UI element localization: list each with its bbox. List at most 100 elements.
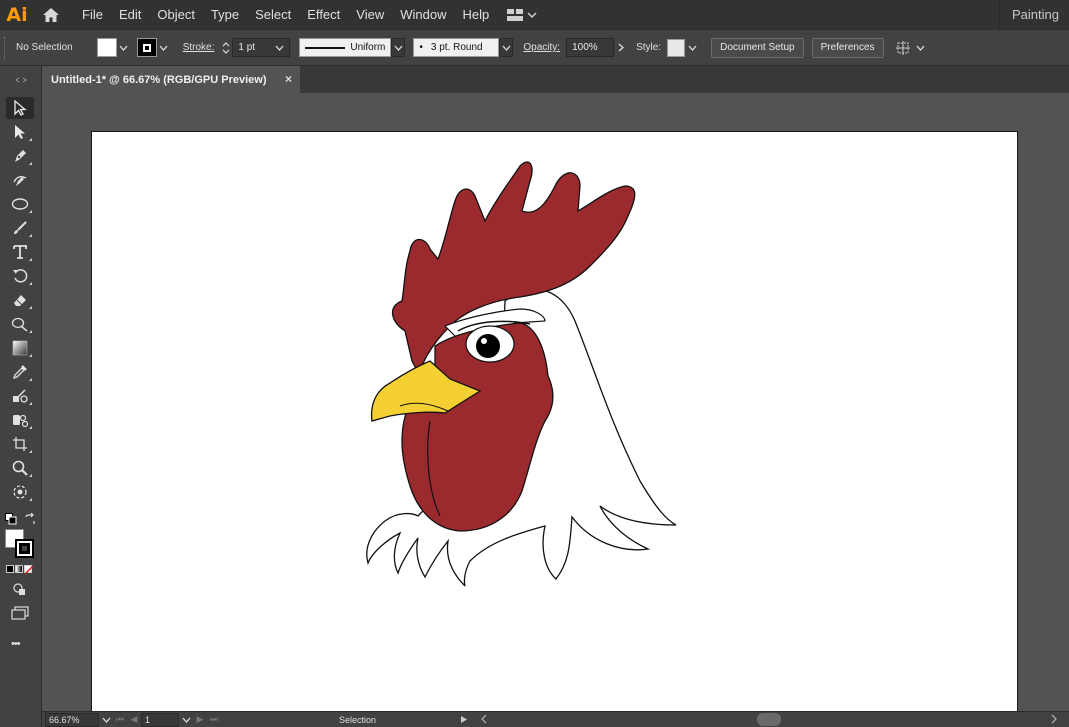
close-tab-icon[interactable]: × bbox=[285, 72, 292, 86]
gradient-tool[interactable] bbox=[6, 337, 34, 359]
blend-tool[interactable] bbox=[6, 385, 34, 407]
opacity-value: 100% bbox=[572, 42, 598, 53]
style-label: Style: bbox=[636, 42, 662, 53]
shape-builder-tool[interactable] bbox=[6, 313, 34, 335]
menu-effect[interactable]: Effect bbox=[299, 0, 348, 29]
gradient-mode-icon[interactable] bbox=[15, 565, 23, 573]
menu-items: File Edit Object Type Select Effect View… bbox=[74, 0, 497, 29]
arrange-documents-icon bbox=[507, 8, 524, 21]
artboard-icon bbox=[13, 437, 27, 451]
last-artboard-icon[interactable]: ⏭ bbox=[207, 714, 221, 725]
previous-artboard-icon[interactable]: ◀ bbox=[127, 714, 141, 725]
scroll-right-icon[interactable] bbox=[1050, 714, 1058, 724]
artboard[interactable] bbox=[91, 131, 1018, 711]
style-dropdown[interactable] bbox=[685, 38, 699, 57]
graphic-style-swatch[interactable] bbox=[667, 38, 686, 57]
transform-icon bbox=[895, 40, 910, 55]
profile-dropdown[interactable] bbox=[391, 38, 406, 57]
menu-help[interactable]: Help bbox=[454, 0, 497, 29]
selection-tool[interactable] bbox=[6, 97, 34, 119]
draw-mode-icon bbox=[13, 583, 25, 595]
scroll-left-icon[interactable] bbox=[480, 714, 488, 724]
chevron-down-icon bbox=[159, 45, 168, 51]
align-options-button[interactable] bbox=[892, 38, 914, 57]
status-menu-icon[interactable] bbox=[460, 715, 468, 724]
edit-toolbar-button[interactable]: ••• bbox=[11, 638, 21, 650]
draw-mode-button[interactable] bbox=[12, 582, 28, 596]
artboard-tool[interactable] bbox=[6, 433, 34, 455]
zoom-value: 66.67% bbox=[49, 714, 80, 725]
menu-type[interactable]: Type bbox=[203, 0, 247, 29]
collapse-icon bbox=[14, 77, 27, 83]
stroke-weight-field[interactable]: 1 pt bbox=[232, 38, 291, 57]
direct-selection-tool[interactable] bbox=[6, 121, 34, 143]
arrange-documents-button[interactable] bbox=[507, 8, 537, 21]
scroll-thumb[interactable] bbox=[757, 713, 781, 726]
menu-file[interactable]: File bbox=[74, 0, 111, 29]
puppet-warp-tool[interactable] bbox=[6, 481, 34, 503]
rotate-tool[interactable] bbox=[6, 265, 34, 287]
chevron-down-icon bbox=[275, 45, 284, 51]
menu-window[interactable]: Window bbox=[392, 0, 454, 29]
horizontal-scrollbar[interactable] bbox=[481, 712, 1060, 727]
home-icon bbox=[43, 7, 59, 22]
control-bar-menu[interactable] bbox=[914, 38, 928, 57]
curvature-icon bbox=[13, 175, 27, 186]
artboard-number: 1 bbox=[145, 714, 151, 725]
canvas-area[interactable] bbox=[42, 93, 1069, 711]
document-setup-button[interactable]: Document Setup bbox=[711, 37, 804, 58]
stroke-label[interactable]: Stroke: bbox=[183, 42, 215, 53]
stroke-swatch[interactable] bbox=[136, 38, 157, 57]
brush-definition[interactable]: • 3 pt. Round bbox=[413, 38, 500, 57]
document-tab-title: Untitled-1* @ 66.67% (RGB/GPU Preview) bbox=[51, 73, 267, 86]
zoom-level-field[interactable]: 66.67% bbox=[45, 712, 99, 727]
opacity-label[interactable]: Opacity: bbox=[523, 42, 560, 53]
zoom-dropdown[interactable] bbox=[99, 713, 113, 727]
artboard-dropdown[interactable] bbox=[179, 713, 193, 727]
menu-edit[interactable]: Edit bbox=[111, 0, 149, 29]
artboard-number-field[interactable]: 1 bbox=[141, 712, 179, 727]
tools-panel-header[interactable] bbox=[0, 66, 41, 94]
curvature-tool[interactable] bbox=[6, 169, 34, 191]
stroke-dropdown[interactable] bbox=[157, 38, 171, 57]
document-tab[interactable]: Untitled-1* @ 66.67% (RGB/GPU Preview) × bbox=[42, 66, 300, 93]
symbol-sprayer-tool[interactable] bbox=[6, 409, 34, 431]
fill-dropdown[interactable] bbox=[117, 38, 131, 57]
stroke-stepper[interactable] bbox=[220, 38, 232, 57]
chevron-down-icon bbox=[394, 45, 403, 51]
panel-grip[interactable] bbox=[4, 36, 10, 59]
screen-mode-button[interactable] bbox=[11, 606, 29, 620]
brush-dropdown[interactable] bbox=[499, 38, 514, 57]
opacity-expand[interactable] bbox=[614, 38, 628, 57]
menu-bar: Ai File Edit Object Type Select Effect V… bbox=[0, 0, 1069, 29]
opacity-field[interactable]: 100% bbox=[566, 38, 615, 57]
paintbrush-tool[interactable] bbox=[6, 217, 34, 239]
eyedropper-tool[interactable] bbox=[6, 361, 34, 383]
first-artboard-icon[interactable]: ⏮ bbox=[113, 714, 127, 725]
status-mode-text[interactable]: Selection bbox=[339, 715, 449, 725]
menu-select[interactable]: Select bbox=[247, 0, 299, 29]
ellipse-icon bbox=[11, 198, 29, 210]
rooster-artwork[interactable] bbox=[92, 132, 1019, 711]
eraser-tool[interactable] bbox=[6, 289, 34, 311]
menu-view[interactable]: View bbox=[348, 0, 392, 29]
pupil bbox=[476, 334, 500, 358]
fill-swatch[interactable] bbox=[96, 38, 117, 57]
preferences-button[interactable]: Preferences bbox=[811, 37, 884, 58]
ellipse-tool[interactable] bbox=[6, 193, 34, 215]
menu-object[interactable]: Object bbox=[149, 0, 203, 29]
none-mode-icon[interactable] bbox=[24, 565, 33, 574]
pen-tool[interactable] bbox=[6, 145, 34, 167]
default-fill-stroke-icon[interactable] bbox=[5, 512, 17, 525]
zoom-tool[interactable] bbox=[6, 457, 34, 479]
rotate-icon bbox=[13, 269, 28, 283]
selection-status: No Selection bbox=[16, 42, 73, 53]
next-artboard-icon[interactable]: ▶ bbox=[193, 714, 207, 725]
type-tool[interactable] bbox=[6, 241, 34, 263]
home-button[interactable] bbox=[34, 0, 68, 29]
variable-width-profile[interactable]: Uniform bbox=[299, 38, 392, 57]
color-mode-icon[interactable] bbox=[6, 565, 14, 573]
workspace-switcher[interactable]: Painting bbox=[999, 0, 1069, 29]
swap-fill-stroke-icon[interactable] bbox=[24, 512, 36, 524]
stroke-color-box[interactable] bbox=[15, 539, 34, 558]
